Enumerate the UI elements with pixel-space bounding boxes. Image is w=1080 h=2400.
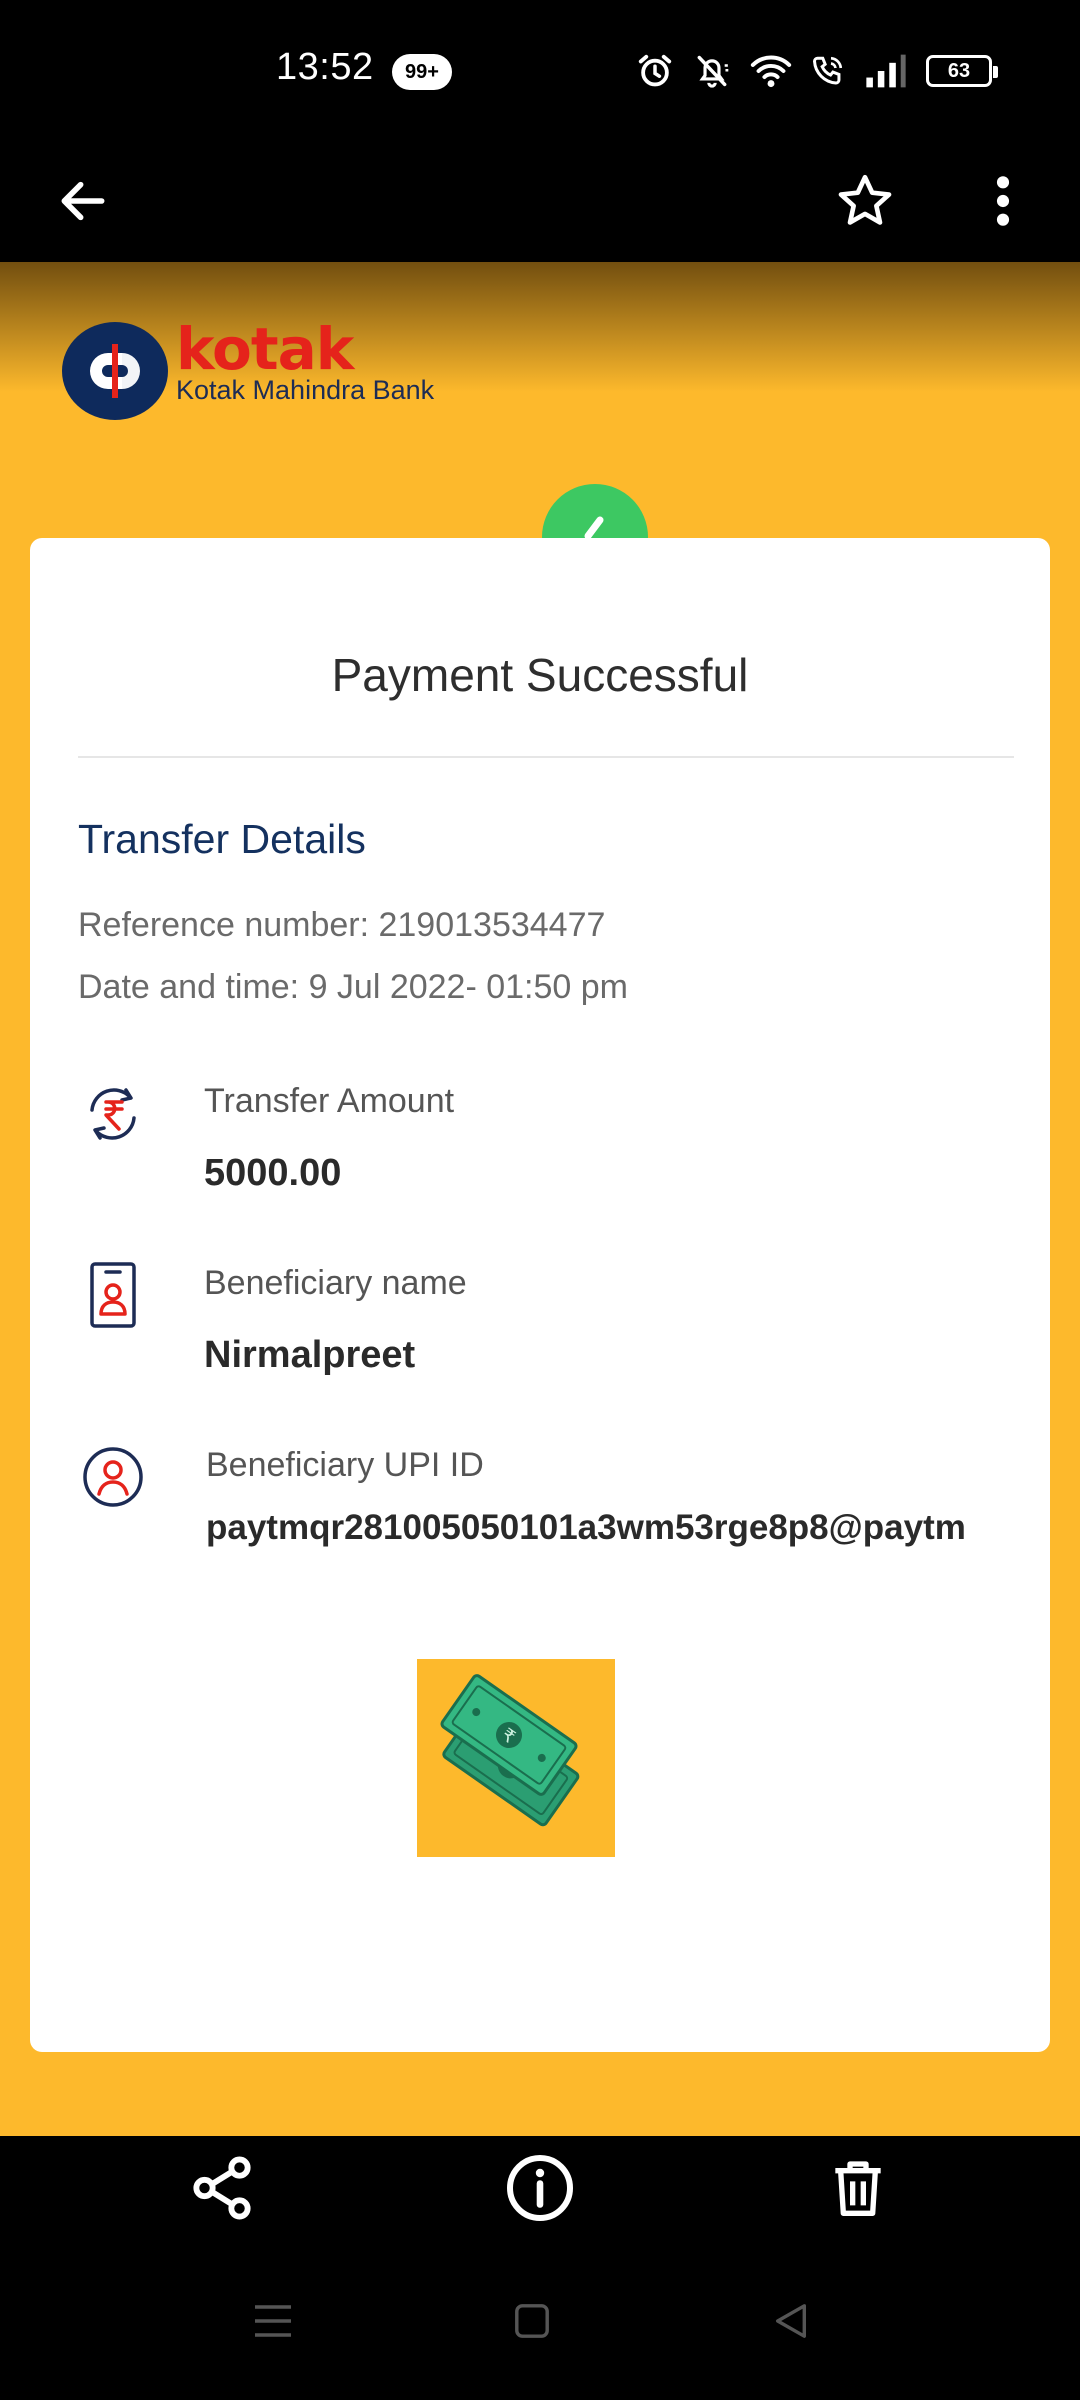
beneficiary-name-row: Beneficiary name Nirmalpreet — [78, 1260, 1038, 1390]
action-bar — [0, 2136, 1080, 2236]
recents-button[interactable] — [248, 2296, 298, 2346]
beneficiary-upi-label: Beneficiary UPI ID — [206, 1446, 484, 1484]
star-icon — [838, 174, 892, 225]
system-nav-bar — [0, 2236, 1080, 2400]
notification-count-badge: 99+ — [392, 54, 452, 90]
more-vert-icon — [996, 176, 1010, 226]
user-circle-icon — [83, 1447, 143, 1507]
app-bar — [0, 140, 1080, 262]
alarm-icon — [638, 54, 672, 87]
status-icons: 63 — [636, 48, 998, 94]
signal-icon — [866, 54, 906, 88]
kotak-logo: kotak Kotak Mahindra Bank — [62, 315, 435, 420]
id-card-icon — [90, 1262, 136, 1328]
wifi-calling-icon — [812, 56, 843, 85]
delete-button[interactable] — [820, 2150, 896, 2226]
status-bar: 13:52 99+ 63 — [0, 0, 1080, 140]
wifi-icon — [750, 55, 792, 88]
transfer-amount-value: 5000.00 — [204, 1152, 342, 1194]
transfer-details-heading: Transfer Details — [78, 816, 366, 862]
bank-name: Kotak Mahindra Bank — [176, 375, 435, 405]
back-triangle-icon — [775, 2304, 807, 2338]
back-arrow-icon — [61, 181, 105, 221]
reference-number: Reference number: 219013534477 — [78, 906, 606, 944]
rupee-transfer-icon — [90, 1088, 136, 1140]
share-icon — [193, 2156, 251, 2220]
beneficiary-name-value: Nirmalpreet — [204, 1334, 416, 1376]
kotak-emblem-icon — [62, 322, 168, 420]
info-icon — [507, 2155, 573, 2221]
date-time: Date and time: 9 Jul 2022- 01:50 pm — [78, 968, 628, 1006]
share-button[interactable] — [184, 2150, 260, 2226]
payment-status-title: Payment Successful — [331, 649, 749, 701]
cash-illustration-icon: ₹ ₹ — [417, 1659, 615, 1857]
battery-icon: 63 — [926, 55, 998, 87]
divider — [78, 756, 1014, 758]
receipt-image: kotak Kotak Mahindra Bank Payment Succes… — [0, 262, 1080, 2136]
transfer-amount-row: Transfer Amount 5000.00 — [78, 1078, 1038, 1208]
beneficiary-name-label: Beneficiary name — [204, 1264, 467, 1302]
nav-back-button[interactable] — [766, 2296, 816, 2346]
home-button[interactable] — [507, 2296, 557, 2346]
delete-icon — [835, 2161, 881, 2216]
beneficiary-upi-row: Beneficiary UPI ID paytmqr281005050101a3… — [78, 1442, 1038, 1572]
kotak-brand-text: kotak — [176, 315, 354, 383]
more-options-button[interactable] — [968, 166, 1038, 236]
back-button[interactable] — [48, 166, 118, 236]
status-time: 13:52 — [276, 46, 374, 88]
info-button[interactable] — [502, 2150, 578, 2226]
menu-icon — [255, 2305, 291, 2337]
transfer-amount-label: Transfer Amount — [204, 1082, 455, 1120]
home-square-icon — [515, 2304, 549, 2338]
muted-bell-icon — [697, 55, 729, 88]
favorite-button[interactable] — [830, 166, 900, 236]
beneficiary-upi-value: paytmqr281005050101a3wm53rge8p8@paytm — [206, 1508, 966, 1547]
battery-level: 63 — [947, 60, 971, 82]
